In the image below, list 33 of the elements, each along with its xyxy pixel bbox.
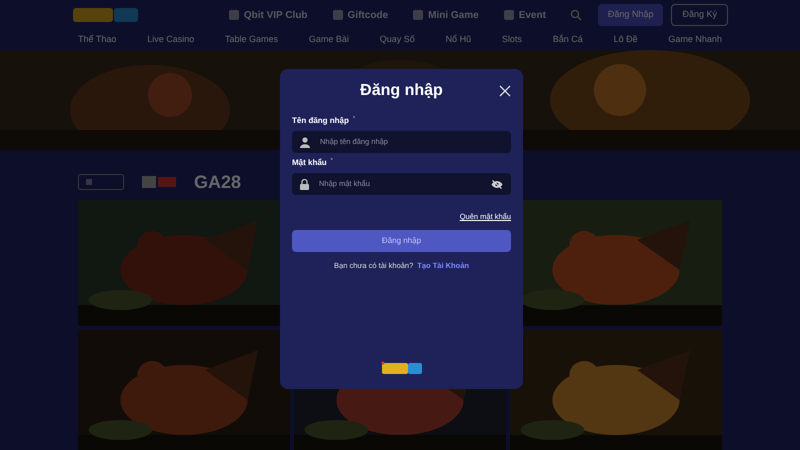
nav-icon — [502, 9, 515, 21]
lock-icon — [300, 178, 309, 190]
provider-name[interactable]: GA28 — [194, 168, 242, 196]
nav-icon — [228, 9, 240, 21]
user-icon — [300, 136, 310, 148]
filter-icon[interactable] — [78, 174, 124, 190]
login-submit-button[interactable]: Đăng nhập — [292, 230, 511, 252]
logo-icon — [380, 361, 424, 375]
nav-icon — [332, 9, 344, 21]
category-tab[interactable]: Game Nhanh — [668, 33, 722, 47]
eye-hidden-icon[interactable] — [491, 180, 503, 188]
category-tab[interactable]: Bắn Cá — [552, 33, 583, 47]
category-tab[interactable]: Live Casino — [147, 33, 194, 47]
field-label: Mật khẩu — [292, 157, 327, 169]
search-icon[interactable] — [570, 9, 582, 21]
provider-logo-icon[interactable] — [140, 174, 178, 190]
category-tab[interactable]: Quay Số — [380, 33, 415, 47]
modal-title: Đăng nhập — [360, 81, 443, 101]
nav-icon — [412, 9, 424, 21]
login-button[interactable]: Đăng Nhập — [598, 4, 664, 26]
category-tab[interactable]: Thể Thao — [78, 33, 116, 47]
category-tab[interactable]: Table Games — [225, 33, 278, 47]
field-label: Tên đăng nhập — [292, 115, 349, 127]
nav-link[interactable]: Mini Game — [412, 8, 479, 22]
nav-link[interactable]: Qbit VIP Club — [228, 8, 308, 22]
category-tab[interactable]: Lô Đề — [614, 33, 638, 47]
category-tab[interactable]: Game Bài — [308, 33, 349, 47]
nav-link[interactable]: Giftcode — [332, 8, 388, 22]
category-tab[interactable]: Nổ Hũ — [446, 33, 472, 47]
register-button[interactable]: Đăng Ký — [671, 4, 728, 26]
nav-link[interactable]: Event — [502, 8, 546, 22]
logo-icon[interactable] — [72, 6, 140, 24]
category-tab[interactable]: Slots — [502, 33, 522, 47]
